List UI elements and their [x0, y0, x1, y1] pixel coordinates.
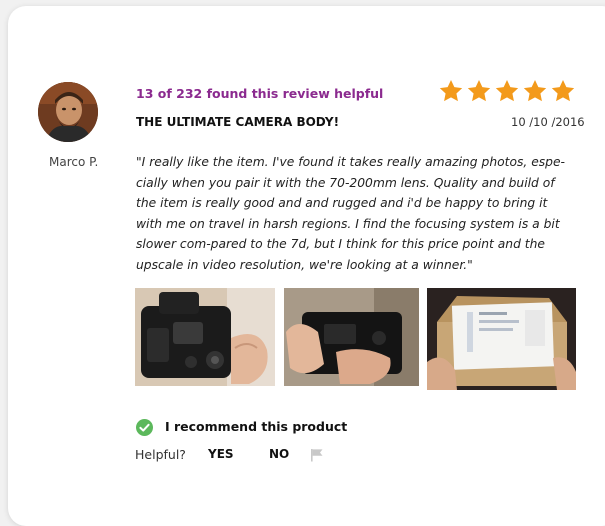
- review-card: Marco P. 13 of 232 found this review hel…: [8, 6, 605, 526]
- helpful-no-button[interactable]: NO: [269, 447, 289, 461]
- avatar: [38, 82, 98, 142]
- review-photo-1[interactable]: [135, 288, 275, 386]
- check-circle-icon: [136, 419, 153, 436]
- star-icon: [439, 79, 463, 102]
- review-photo-3[interactable]: [427, 288, 576, 390]
- review-body: "I really like the item. I've found it t…: [136, 155, 565, 272]
- flag-icon[interactable]: [310, 448, 324, 462]
- helpful-yes-button[interactable]: YES: [208, 447, 234, 461]
- review-date: 10 /10 /2016: [511, 115, 585, 129]
- star-icon: [467, 79, 491, 102]
- star-rating: [438, 78, 576, 104]
- review-title: THE ULTIMATE CAMERA BODY!: [136, 115, 340, 129]
- avatar-portrait: [38, 82, 98, 142]
- star-icon: [495, 79, 519, 102]
- star-icon: [523, 79, 547, 102]
- helpful-count: 13 of 232 found this review helpful: [136, 86, 384, 101]
- helpful-label: Helpful?: [135, 447, 186, 462]
- reviewer-name: Marco P.: [49, 155, 99, 169]
- review-photo-2[interactable]: [284, 288, 419, 386]
- recommend-text: I recommend this product: [165, 419, 348, 434]
- star-icon: [551, 79, 575, 102]
